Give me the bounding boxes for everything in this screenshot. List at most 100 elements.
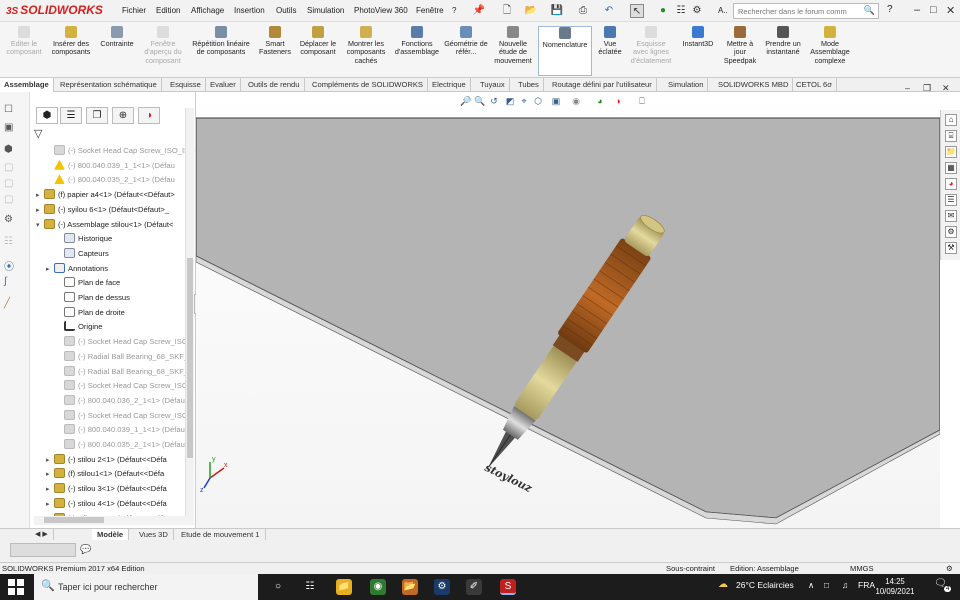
- tree-item[interactable]: (-) 800.040.035_2_1<1> (Défau: [56, 438, 185, 452]
- expand-arrow-icon[interactable]: ▸: [36, 204, 44, 218]
- design-library-icon[interactable]: ⌸: [945, 130, 957, 142]
- chrome-icon[interactable]: ◉: [370, 579, 386, 595]
- 3d-content-icon[interactable]: ⚙: [945, 226, 957, 238]
- tab-simulation[interactable]: Simulation: [664, 78, 709, 92]
- tree-horizontal-scrollbar[interactable]: [34, 516, 194, 525]
- print-icon[interactable]: ⎙: [576, 4, 590, 18]
- menu-edition[interactable]: Edition: [156, 6, 180, 15]
- instant3d-button[interactable]: Instant3D: [678, 26, 718, 76]
- customize-icon[interactable]: ⚙: [946, 563, 953, 574]
- mate-filter-icon[interactable]: ⦿: [4, 258, 24, 273]
- tree-item[interactable]: (-) Socket Head Cap Screw_ISC: [56, 335, 187, 349]
- scroll-thumb[interactable]: [187, 258, 193, 458]
- open-icon[interactable]: 📂: [524, 4, 538, 18]
- windows-start-icon[interactable]: [8, 579, 24, 595]
- save-icon[interactable]: 💾: [550, 4, 564, 18]
- tab-evaluer[interactable]: Evaluer: [206, 78, 241, 92]
- close-icon[interactable]: ✕: [946, 4, 955, 17]
- solidworks-icon[interactable]: S: [500, 579, 516, 595]
- body-icon[interactable]: ▢: [4, 194, 24, 206]
- select-filter-icon[interactable]: ☐: [4, 104, 24, 116]
- menu-fichier[interactable]: Fichier: [122, 6, 146, 15]
- component-icon[interactable]: ⬢: [4, 144, 24, 156]
- previous-view-icon[interactable]: ↺: [488, 96, 500, 108]
- file-explorer-icon[interactable]: 📁: [336, 579, 352, 595]
- view-orientation-icon[interactable]: ⬡: [532, 96, 544, 108]
- solidworks-logo[interactable]: 3S SOLIDWORKS: [6, 3, 103, 17]
- edit-appearance-icon[interactable]: ◕: [594, 96, 606, 108]
- task-view-icon[interactable]: ☷: [302, 579, 318, 595]
- options-icon[interactable]: ⚙: [690, 4, 704, 18]
- expand-arrow-icon[interactable]: ▸: [46, 483, 54, 497]
- dynamic-annotation-icon[interactable]: ⌖: [518, 96, 530, 108]
- undo-icon[interactable]: ↶: [602, 4, 616, 18]
- view-settings-icon[interactable]: ⎕: [636, 96, 648, 108]
- tree-vertical-scrollbar[interactable]: [185, 108, 194, 516]
- maximize-icon[interactable]: □: [930, 4, 937, 16]
- menu-outils[interactable]: Outils: [276, 6, 296, 15]
- volume-icon[interactable]: ♫: [842, 580, 848, 590]
- custom-properties-icon[interactable]: ☰: [945, 194, 957, 206]
- configurationmanager-tab-icon[interactable]: ❐: [86, 107, 108, 124]
- tab-tubes[interactable]: Tubes: [514, 78, 544, 92]
- tree-item[interactable]: ▸ Annotations: [46, 262, 108, 276]
- mate-button[interactable]: Contrainte: [96, 26, 138, 76]
- help-button[interactable]: ?: [887, 4, 893, 15]
- forum-icon[interactable]: ✉: [945, 210, 957, 222]
- network-icon[interactable]: □: [824, 580, 829, 590]
- edit-component-button[interactable]: Editer le composant: [2, 26, 46, 76]
- menu-affichage[interactable]: Affichage: [191, 6, 224, 15]
- scroll-thumb-horizontal[interactable]: [44, 517, 104, 523]
- display-pane-icon[interactable]: ▣: [4, 122, 24, 134]
- file-properties-icon[interactable]: ☷: [674, 4, 688, 18]
- minimize-icon[interactable]: –: [914, 4, 920, 16]
- expand-arrow-icon[interactable]: ▾: [36, 219, 44, 233]
- speedpak-button[interactable]: Mettre à jour Speedpak: [720, 26, 760, 76]
- tree-item[interactable]: ▸ (f) papier a4<1> (Défaut<<Défaut>: [36, 188, 175, 202]
- appearance-icon[interactable]: ⚙: [4, 214, 24, 226]
- assembly-features-button[interactable]: Fonctions d'assemblage: [392, 26, 442, 76]
- menu-fenetre[interactable]: Fenêtre: [416, 6, 444, 15]
- tree-item[interactable]: (-) 800.040.035_2_1<1> (Défau: [46, 173, 175, 187]
- reference-geometry-button[interactable]: Géométrie de référ...: [444, 26, 488, 76]
- zoom-to-fit-icon[interactable]: 🔎: [460, 96, 472, 108]
- pin-icon[interactable]: 📌: [472, 4, 486, 18]
- select-icon[interactable]: ↖: [630, 4, 644, 18]
- hide-show-items-icon[interactable]: ◉: [570, 96, 582, 108]
- motion-study-button[interactable]: Nouvelle étude de mouvement: [490, 26, 536, 76]
- dimxpert-tab-icon[interactable]: ⊕: [112, 107, 134, 124]
- toolbox-icon[interactable]: ⚒: [945, 242, 957, 254]
- part-icon[interactable]: ▢: [4, 162, 24, 174]
- tree-item[interactable]: ▸ (-) syilou 6<1> (Défaut<Défaut>_: [36, 203, 169, 217]
- tree-item[interactable]: ▸ (-) stilou 2<1> (Défaut<<Défa: [46, 453, 167, 467]
- forum-search-input[interactable]: Rechercher dans le forum comm 🔍: [733, 3, 879, 19]
- propertymanager-tab-icon[interactable]: ☰: [60, 107, 82, 124]
- tree-item[interactable]: ▸ (-) stilou 4<1> (Défaut<<Défa: [46, 497, 167, 511]
- preview-window-button[interactable]: Fenêtre d'aperçu du composant: [140, 26, 186, 76]
- weather-text[interactable]: 26°C Eclaircies: [736, 580, 794, 590]
- tab-electrique[interactable]: Electrique: [428, 78, 471, 92]
- smart-fasteners-button[interactable]: Smart Fasteners: [256, 26, 294, 76]
- tab-esquisse[interactable]: Esquisse: [166, 78, 206, 92]
- explode-line-sketch-button[interactable]: Esquisse avec lignes d'éclatement: [628, 26, 674, 76]
- expand-arrow-icon[interactable]: ▸: [46, 263, 54, 277]
- new-icon[interactable]: 🗋: [500, 4, 514, 18]
- section-view-icon[interactable]: ◩: [504, 96, 516, 108]
- tab-cetol[interactable]: CETOL 6σ: [792, 78, 837, 92]
- tab-assemblage[interactable]: Assemblage: [0, 78, 54, 92]
- menu-photoview[interactable]: PhotoView 360: [354, 6, 408, 15]
- tab-outils-de-rendu[interactable]: Outils de rendu: [244, 78, 305, 92]
- featuremanager-tab-icon[interactable]: ⬢: [36, 107, 58, 124]
- displaymanager-tab-icon[interactable]: ◑: [138, 107, 160, 124]
- tab-tuyaux[interactable]: Tuyaux: [476, 78, 510, 92]
- tree-item[interactable]: (-) Radial Ball Bearing_68_SKF_: [56, 350, 188, 364]
- graphics-area[interactable]: stoylouz x y z: [196, 92, 940, 528]
- tree-item[interactable]: (-) 800.040.039_1_1<1> (Défau: [56, 423, 185, 437]
- linear-pattern-button[interactable]: Répétition linéaire de composants: [188, 26, 254, 76]
- show-hidden-button[interactable]: Montrer les composants cachés: [342, 26, 390, 76]
- file-explorer-pane-icon[interactable]: 📁: [945, 146, 957, 158]
- tree-item[interactable]: Origine: [56, 320, 102, 334]
- large-assembly-button[interactable]: Mode Assemblage complexe: [806, 26, 854, 76]
- feature-icon[interactable]: ▢: [4, 178, 24, 190]
- appearances-icon[interactable]: ◕: [945, 178, 957, 190]
